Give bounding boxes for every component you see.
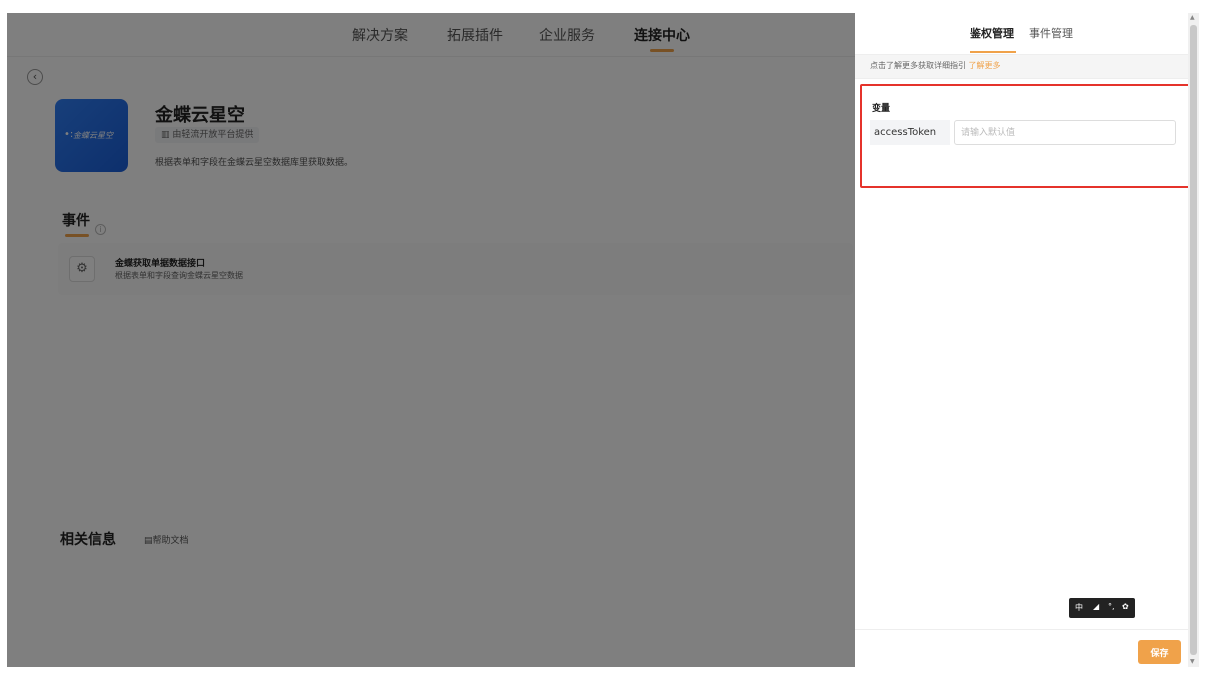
scroll-down-icon[interactable]: ▼	[1190, 658, 1195, 665]
chevron-left-icon: ‹	[32, 70, 38, 83]
settings-gear-icon[interactable]: ✿	[1122, 602, 1129, 611]
scroll-up-icon[interactable]: ▲	[1190, 14, 1195, 21]
app-logo: •: 金蝶云星空	[55, 99, 128, 172]
related-info-title: 相关信息	[60, 532, 116, 548]
tab-active-underline	[970, 51, 1016, 53]
logo-text: 金蝶云星空	[73, 131, 113, 140]
events-section-title: 事件	[62, 213, 90, 229]
auth-drawer: 鉴权管理 事件管理 点击了解更多获取详细指引 了解更多 变量 accessTok…	[855, 13, 1190, 667]
learn-more-link[interactable]: 了解更多	[969, 61, 1001, 70]
scrollbar-thumb[interactable]	[1190, 25, 1197, 655]
drawer-tabs: 鉴权管理 事件管理	[855, 13, 1188, 55]
nav-item-plugins[interactable]: 拓展插件	[447, 25, 503, 45]
nav-item-connection-center[interactable]: 连接中心	[634, 25, 690, 45]
moon-icon[interactable]: ◢	[1093, 602, 1099, 611]
ime-lang-toggle[interactable]: 中	[1075, 602, 1083, 613]
variables-label: 变量	[872, 104, 891, 114]
variable-key: accessToken	[870, 120, 950, 145]
help-doc-link[interactable]: ▤帮助文档	[144, 533, 189, 546]
info-icon[interactable]: i	[95, 224, 106, 235]
tab-event-management[interactable]: 事件管理	[1029, 25, 1073, 41]
nav-active-underline	[650, 49, 674, 52]
logo-dots-icon: •:	[64, 129, 74, 140]
punctuation-icon[interactable]: °,	[1108, 602, 1115, 611]
ime-toolbar: 中 ◢ °, ✿	[1069, 598, 1135, 618]
vertical-scrollbar[interactable]: ▲ ▼	[1188, 13, 1199, 667]
guide-bar: 点击了解更多获取详细指引 了解更多	[855, 55, 1188, 79]
event-description: 根据表单和字段查询金蝶云星空数据	[115, 271, 243, 280]
top-navigation: 解决方案 拓展插件 企业服务 连接中心	[7, 13, 855, 57]
building-icon: ▥	[161, 130, 173, 140]
gear-icon: ⚙	[69, 256, 95, 282]
save-button[interactable]: 保存	[1138, 640, 1181, 664]
document-icon: ▤	[144, 536, 153, 546]
nav-item-solutions[interactable]: 解决方案	[352, 25, 408, 45]
event-item[interactable]: ⚙ 金蝶获取单据数据接口 根据表单和字段查询金蝶云星空数据	[58, 243, 853, 295]
nav-item-enterprise-services[interactable]: 企业服务	[539, 25, 595, 45]
help-doc-label: 帮助文档	[152, 536, 189, 546]
tab-auth-management[interactable]: 鉴权管理	[970, 25, 1014, 41]
back-button[interactable]: ‹	[27, 69, 43, 85]
provider-text: 由轻流开放平台提供	[172, 130, 254, 140]
access-token-input[interactable]	[954, 120, 1176, 145]
drawer-footer: 保存	[855, 629, 1188, 667]
main-page: 解决方案 拓展插件 企业服务 连接中心 ‹ •: 金蝶云星空 金蝶云星空 ▥ 由…	[7, 13, 855, 667]
app-description: 根据表单和字段在金蝶云星空数据库里获取数据。	[155, 158, 354, 168]
event-name: 金蝶获取单据数据接口	[115, 259, 206, 269]
app-title: 金蝶云星空	[155, 105, 245, 126]
provider-badge: ▥ 由轻流开放平台提供	[155, 127, 260, 143]
events-title-underline	[65, 234, 89, 237]
guide-text: 点击了解更多获取详细指引	[870, 61, 966, 70]
